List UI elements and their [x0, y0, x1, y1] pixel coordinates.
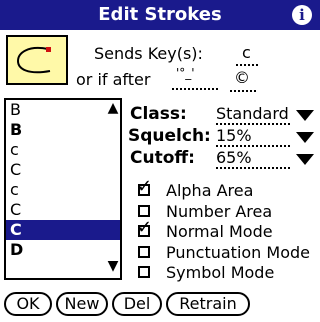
- delete-button[interactable]: Del: [112, 292, 162, 316]
- squelch-label: Squelch:: [128, 126, 211, 146]
- stroke-preview: [6, 35, 68, 85]
- list-item[interactable]: C: [6, 200, 120, 220]
- cutoff-dropdown[interactable]: 65%: [216, 148, 290, 169]
- stroke-c-icon: [16, 47, 51, 74]
- checkmark-icon: ✓: [137, 217, 153, 238]
- dialog-title: Edit Strokes: [98, 4, 222, 25]
- or-if-after-glyph-field[interactable]: '°_': [172, 66, 218, 90]
- checkbox-box[interactable]: [138, 246, 150, 258]
- list-item-selected[interactable]: C: [6, 220, 120, 240]
- squelch-dropdown-arrow-icon[interactable]: [296, 132, 314, 143]
- info-icon[interactable]: i: [292, 5, 312, 25]
- list-item[interactable]: c: [6, 180, 120, 200]
- new-button[interactable]: New: [56, 292, 108, 316]
- or-if-after-field[interactable]: ©: [230, 68, 256, 92]
- cutoff-dropdown-arrow-icon[interactable]: [296, 154, 314, 165]
- alpha-area-label: Alpha Area: [166, 181, 254, 200]
- checkbox-box[interactable]: [138, 266, 150, 278]
- class-dropdown-arrow-icon[interactable]: [296, 110, 314, 121]
- squelch-dropdown[interactable]: 15%: [216, 126, 290, 147]
- list-item[interactable]: c: [6, 140, 120, 160]
- checkbox-box[interactable]: [138, 205, 150, 217]
- sends-key-field[interactable]: c: [236, 42, 258, 66]
- checkmark-icon: ✓: [137, 176, 153, 197]
- scroll-down-arrow-icon[interactable]: ▼: [106, 258, 120, 274]
- sends-key-value: c: [242, 43, 251, 62]
- stroke-list[interactable]: B B c C c C C D ▲ ▼: [4, 98, 122, 280]
- normal-mode-label: Normal Mode: [166, 222, 273, 241]
- ok-button[interactable]: OK: [4, 292, 52, 316]
- scroll-up-arrow-icon[interactable]: ▲: [106, 100, 120, 116]
- list-item[interactable]: B: [6, 120, 120, 140]
- list-item[interactable]: B: [6, 100, 120, 120]
- retrain-button[interactable]: Retrain: [166, 292, 250, 316]
- number-area-label: Number Area: [166, 202, 273, 221]
- symbol-mode-label: Symbol Mode: [166, 263, 275, 282]
- title-bar: Edit Strokes i: [0, 0, 320, 30]
- or-if-after-value: ©: [234, 68, 250, 87]
- list-item[interactable]: C: [6, 160, 120, 180]
- list-item[interactable]: D: [6, 240, 120, 260]
- or-if-after-glyph: '°_': [176, 66, 195, 80]
- class-label: Class:: [130, 104, 187, 124]
- cutoff-label: Cutoff:: [130, 148, 195, 168]
- sends-key-label: Sends Key(s):: [94, 44, 203, 63]
- or-if-after-label: or if after: [76, 70, 151, 89]
- punctuation-mode-label: Punctuation Mode: [166, 243, 310, 262]
- class-dropdown[interactable]: Standard: [216, 104, 290, 125]
